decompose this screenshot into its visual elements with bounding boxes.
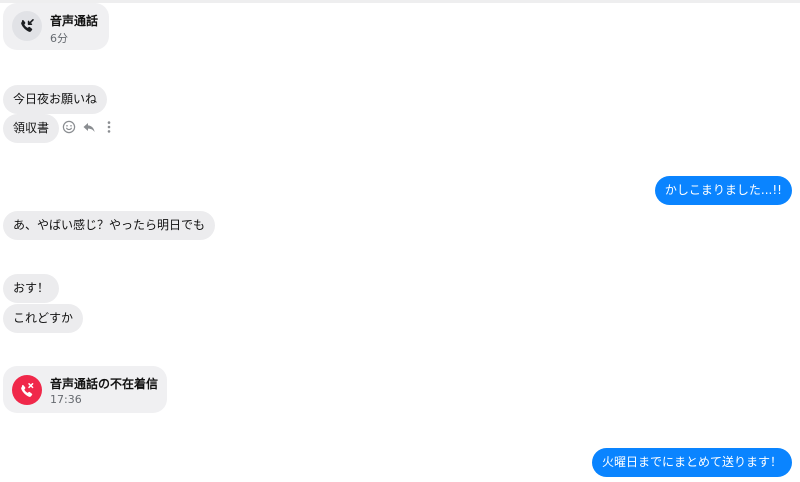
message-bubble-incoming[interactable]: あ、やばい感じ？やったら明日でも (3, 211, 216, 240)
emoji-reaction-icon[interactable] (62, 120, 76, 134)
phone-incoming-icon (21, 19, 34, 32)
phone-missed-icon (21, 383, 34, 397)
missed-call-card[interactable]: 音声通話の不在着信 17:36 (3, 366, 167, 413)
reply-icon[interactable] (82, 120, 96, 134)
message-actions (62, 120, 116, 134)
message-bubble-incoming[interactable]: これどすか (3, 304, 84, 333)
top-divider (0, 0, 800, 3)
voice-call-card[interactable]: 音声通話 6分 (3, 3, 109, 50)
chat-thread: 音声通話 6分 今日夜お願いね 領収書 かしこまりました...!! あ、やばい感… (0, 0, 800, 482)
call-duration: 6分 (50, 32, 68, 45)
message-bubble-outgoing[interactable]: 火曜日までにまとめて送ります！ (591, 448, 792, 477)
missed-call-title: 音声通話の不在着信 (50, 377, 159, 391)
call-title: 音声通話 (50, 14, 99, 28)
missed-call-icon-badge (12, 375, 42, 405)
message-bubble-incoming[interactable]: 領収書 (3, 114, 60, 143)
call-icon (12, 11, 42, 41)
message-bubble-outgoing[interactable]: かしこまりました...!! (654, 176, 792, 205)
more-options-icon[interactable] (102, 120, 116, 134)
message-bubble-incoming[interactable]: おす！ (3, 274, 60, 303)
missed-call-time: 17:36 (50, 393, 82, 406)
message-bubble-incoming[interactable]: 今日夜お願いね (3, 85, 108, 114)
